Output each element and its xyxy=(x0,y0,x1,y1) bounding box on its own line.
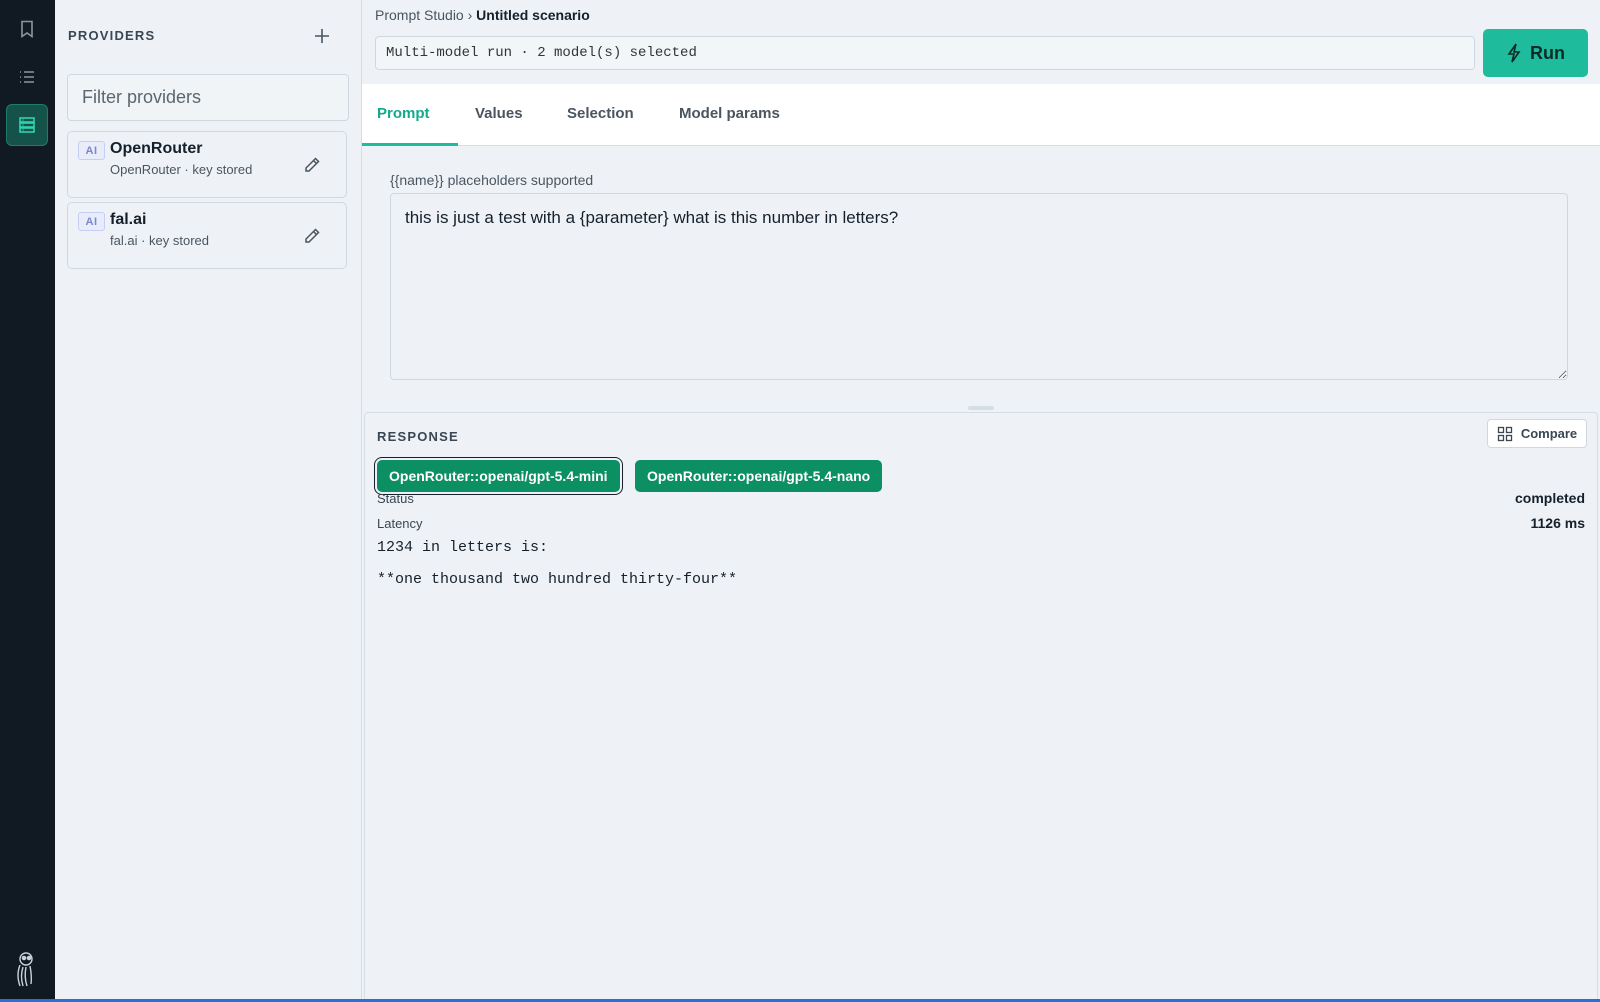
breadcrumb-separator: › xyxy=(467,7,473,23)
latency-label: Latency xyxy=(377,516,423,531)
tab-bar: Prompt Values Selection Model params xyxy=(362,84,1600,146)
pencil-icon[interactable] xyxy=(302,155,322,175)
breadcrumb: Prompt Studio › Untitled scenario xyxy=(375,7,590,23)
ai-badge: AI xyxy=(78,141,105,160)
breadcrumb-current: Untitled scenario xyxy=(476,7,590,23)
provider-name: OpenRouter xyxy=(110,140,203,157)
tab-values[interactable]: Values xyxy=(475,84,523,146)
run-button-label: Run xyxy=(1530,42,1565,63)
response-heading: RESPONSE xyxy=(377,429,459,444)
ai-badge: AI xyxy=(78,212,105,231)
providers-panel: PROVIDERS AI OpenRouter OpenRouter · key… xyxy=(55,0,362,1002)
lightning-icon xyxy=(1507,43,1521,63)
status-value: completed xyxy=(1514,490,1585,506)
provider-subtitle: fal.ai · key stored xyxy=(110,233,209,248)
placeholder-hint: {{name}} placeholders supported xyxy=(390,172,594,188)
tab-selection[interactable]: Selection xyxy=(567,84,634,146)
tab-model-params[interactable]: Model params xyxy=(679,84,780,146)
provider-card-openrouter[interactable]: AI OpenRouter OpenRouter · key stored xyxy=(67,131,347,198)
provider-card-falai[interactable]: AI fal.ai fal.ai · key stored xyxy=(67,202,347,269)
list-icon[interactable] xyxy=(6,56,48,98)
icon-rail xyxy=(0,0,55,1002)
resize-handle[interactable] xyxy=(968,406,994,410)
latency-value: 1126 ms xyxy=(1530,515,1586,531)
breadcrumb-root[interactable]: Prompt Studio xyxy=(375,7,464,23)
response-panel: RESPONSE Compare OpenRouter::openai/gpt-… xyxy=(364,412,1598,1002)
providers-heading: PROVIDERS xyxy=(68,28,156,43)
add-provider-button[interactable] xyxy=(308,22,336,50)
model-chip-gpt-5-4-nano[interactable]: OpenRouter::openai/gpt-5.4-nano xyxy=(635,460,883,492)
response-output-line: 1234 in letters is: xyxy=(377,539,549,556)
run-button[interactable]: Run xyxy=(1483,29,1588,77)
app-window: PROVIDERS AI OpenRouter OpenRouter · key… xyxy=(0,0,1600,1002)
plus-icon xyxy=(315,29,329,43)
provider-subtitle: OpenRouter · key stored xyxy=(110,162,253,177)
main-area: Prompt Studio › Untitled scenario Run Pr… xyxy=(362,0,1600,1002)
compare-label: Compare xyxy=(1520,426,1578,441)
prompt-panel: {{name}} placeholders supported this is … xyxy=(362,146,1600,410)
tab-prompt[interactable]: Prompt xyxy=(377,84,430,146)
response-output-line: **one thousand two hundred thirty-four** xyxy=(377,571,738,588)
status-label: Status xyxy=(377,491,414,506)
pencil-icon[interactable] xyxy=(302,226,322,246)
bookmark-icon[interactable] xyxy=(6,8,48,50)
run-summary-field[interactable] xyxy=(375,36,1475,70)
owl-logo-icon xyxy=(12,950,42,988)
grid-icon xyxy=(1497,426,1512,441)
prompt-textarea[interactable]: this is just a test with a {parameter} w… xyxy=(390,193,1568,380)
model-chip-gpt-5-4-mini[interactable]: OpenRouter::openai/gpt-5.4-mini xyxy=(377,460,620,492)
compare-button[interactable]: Compare xyxy=(1487,419,1587,448)
filter-providers-input[interactable] xyxy=(67,74,349,121)
database-icon[interactable] xyxy=(6,104,48,146)
provider-name: fal.ai xyxy=(110,211,147,228)
